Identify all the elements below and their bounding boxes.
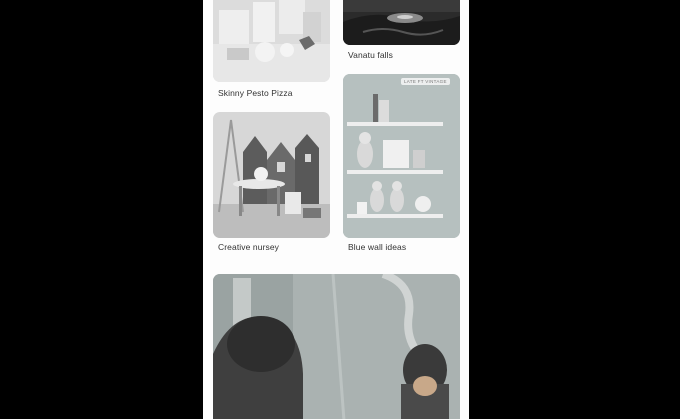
- pin-title[interactable]: Skinny Pesto Pizza: [218, 88, 293, 98]
- pin-title[interactable]: Creative nursey: [218, 242, 279, 252]
- pin-image[interactable]: [213, 0, 330, 82]
- pin-image[interactable]: [213, 274, 460, 419]
- screen-viewport: Skinny Pesto Pizza Vanatu falls Creative…: [0, 0, 680, 419]
- pin-source-badge: LATE FT VINTAGE: [401, 78, 450, 85]
- pin-card-skinny-pesto-pizza[interactable]: Skinny Pesto Pizza: [213, 0, 330, 104]
- pin-image[interactable]: [213, 112, 330, 238]
- pin-title[interactable]: Vanatu falls: [348, 50, 393, 60]
- pin-title[interactable]: Blue wall ideas: [348, 242, 406, 252]
- pin-card-wide[interactable]: [213, 274, 460, 419]
- pin-card-vanatu-falls[interactable]: Vanatu falls: [343, 0, 460, 64]
- pin-image[interactable]: [343, 0, 460, 45]
- pin-feed: Skinny Pesto Pizza Vanatu falls Creative…: [203, 0, 469, 419]
- pin-card-creative-nursey[interactable]: Creative nursey: [213, 112, 330, 257]
- pin-card-blue-wall-ideas[interactable]: LATE FT VINTAGE Blue wall ideas: [343, 74, 460, 257]
- pin-image[interactable]: [343, 74, 460, 238]
